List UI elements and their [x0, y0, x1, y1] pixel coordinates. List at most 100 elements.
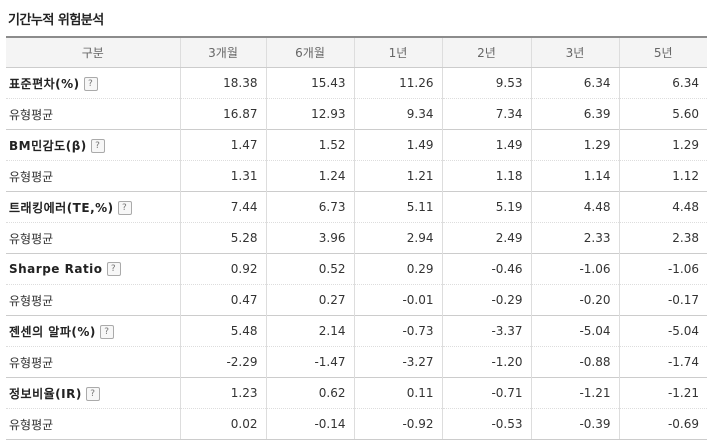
average-cell-1y: 2.94	[353, 222, 442, 254]
average-cell-1y: 9.34	[353, 98, 442, 130]
table-row-tracking-error: 트래킹에러(TE,%)? 7.44 6.73 5.11 5.19 4.48 4.48	[6, 191, 707, 223]
value-cell-5y: -5.04	[618, 315, 707, 347]
average-cell-3m: 16.87	[179, 98, 266, 130]
help-icon[interactable]: ?	[85, 387, 100, 401]
help-icon[interactable]: ?	[117, 201, 132, 215]
header-6m: 6개월	[265, 36, 354, 68]
average-cell-3y: -0.88	[530, 346, 619, 378]
table-row-info-ratio: 정보비율(IR)? 1.23 0.62 0.11 -0.71 -1.21 -1.21	[6, 377, 707, 409]
value-cell-3y: 1.29	[530, 129, 619, 161]
average-cell-6m: 3.96	[265, 222, 354, 254]
value-cell-6m: 1.52	[265, 129, 354, 161]
table-body: 표준편차(%)? 18.38 15.43 11.26 9.53 6.34 6.34 유형평균 1…	[6, 67, 707, 440]
average-cell-6m: 0.27	[265, 284, 354, 316]
header-category: 구분	[6, 36, 180, 68]
value-cell-5y: -1.06	[618, 253, 707, 285]
row-label: 젠센의 알파(%)	[9, 324, 96, 339]
value-cell-6m: 15.43	[265, 67, 354, 99]
table-row-category-average: 유형평균 5.28 3.96 2.94 2.49 2.33 2.38	[6, 222, 707, 254]
value-cell-3m: 1.23	[179, 377, 266, 409]
table-row-category-average: 유형평균 1.31 1.24 1.21 1.18 1.14 1.12	[6, 160, 707, 192]
table-row-category-average: 유형평균 16.87 12.93 9.34 7.34 6.39 5.60	[6, 98, 707, 130]
value-cell-2y: 5.19	[441, 191, 531, 223]
category-average-label: 유형평균	[6, 222, 180, 254]
header-3y: 3년	[530, 36, 619, 68]
table-row-bm-beta: BM민감도(β)? 1.47 1.52 1.49 1.49 1.29 1.29	[6, 129, 707, 161]
average-cell-1y: -3.27	[353, 346, 442, 378]
average-cell-3m: -2.29	[179, 346, 266, 378]
category-average-label: 유형평균	[6, 98, 180, 130]
risk-analysis-table: 구분 3개월 6개월 1년 2년 3년 5년 표준편차(%)? 18.38 15.4…	[6, 36, 707, 440]
category-average-label: 유형평균	[6, 284, 180, 316]
average-cell-3m: 0.47	[179, 284, 266, 316]
value-cell-2y: 9.53	[441, 67, 531, 99]
value-cell-5y: 1.29	[618, 129, 707, 161]
table-row-std-dev: 표준편차(%)? 18.38 15.43 11.26 9.53 6.34 6.34	[6, 67, 707, 99]
value-cell-1y: 11.26	[353, 67, 442, 99]
category-average-label: 유형평균	[6, 160, 180, 192]
average-cell-3y: 1.14	[530, 160, 619, 192]
average-cell-6m: -0.14	[265, 408, 354, 440]
average-cell-2y: 2.49	[441, 222, 531, 254]
average-cell-6m: 12.93	[265, 98, 354, 130]
help-icon[interactable]: ?	[83, 77, 98, 91]
average-cell-3m: 5.28	[179, 222, 266, 254]
average-cell-3y: -0.20	[530, 284, 619, 316]
row-label: BM민감도(β)	[9, 138, 87, 153]
value-cell-1y: 5.11	[353, 191, 442, 223]
help-icon[interactable]: ?	[106, 262, 121, 277]
help-icon[interactable]: ?	[99, 325, 114, 339]
table-row-jensen-alpha: 젠센의 알파(%)? 5.48 2.14 -0.73 -3.37 -5.04 -5.04	[6, 315, 707, 347]
value-cell-2y: -0.46	[441, 253, 531, 285]
row-label: Sharpe Ratio	[9, 261, 103, 276]
average-cell-1y: -0.01	[353, 284, 442, 316]
row-label-cell: 트래킹에러(TE,%)?	[6, 191, 180, 223]
average-cell-5y: -0.69	[618, 408, 707, 440]
category-average-label: 유형평균	[6, 408, 180, 440]
average-cell-5y: -1.74	[618, 346, 707, 378]
value-cell-5y: -1.21	[618, 377, 707, 409]
value-cell-1y: 1.49	[353, 129, 442, 161]
value-cell-6m: 2.14	[265, 315, 354, 347]
value-cell-5y: 6.34	[618, 67, 707, 99]
value-cell-3m: 7.44	[179, 191, 266, 223]
header-2y: 2년	[441, 36, 531, 68]
header-1y: 1년	[353, 36, 442, 68]
row-label-cell: 표준편차(%)?	[6, 67, 180, 99]
average-cell-5y: 2.38	[618, 222, 707, 254]
row-label-cell: 젠센의 알파(%)?	[6, 315, 180, 347]
average-cell-5y: 1.12	[618, 160, 707, 192]
value-cell-5y: 4.48	[618, 191, 707, 223]
value-cell-6m: 6.73	[265, 191, 354, 223]
average-cell-3m: 0.02	[179, 408, 266, 440]
help-icon[interactable]: ?	[90, 139, 105, 153]
value-cell-3m: 18.38	[179, 67, 266, 99]
value-cell-3y: -5.04	[530, 315, 619, 347]
value-cell-3m: 0.92	[179, 253, 266, 285]
value-cell-6m: 0.52	[265, 253, 354, 285]
average-cell-2y: -0.29	[441, 284, 531, 316]
header-3m: 3개월	[179, 36, 266, 68]
value-cell-2y: 1.49	[441, 129, 531, 161]
average-cell-1y: -0.92	[353, 408, 442, 440]
average-cell-5y: 5.60	[618, 98, 707, 130]
average-cell-6m: -1.47	[265, 346, 354, 378]
value-cell-2y: -0.71	[441, 377, 531, 409]
row-label-cell: 정보비율(IR)?	[6, 377, 180, 409]
average-cell-6m: 1.24	[265, 160, 354, 192]
table-header-row: 구분 3개월 6개월 1년 2년 3년 5년	[6, 36, 707, 68]
average-cell-2y: 7.34	[441, 98, 531, 130]
average-cell-3y: -0.39	[530, 408, 619, 440]
row-label: 트래킹에러(TE,%)	[9, 200, 114, 215]
average-cell-2y: -0.53	[441, 408, 531, 440]
average-cell-3y: 6.39	[530, 98, 619, 130]
table-row-sharpe-ratio: Sharpe Ratio? 0.92 0.52 0.29 -0.46 -1.06 -1.06	[6, 253, 707, 285]
value-cell-3y: -1.21	[530, 377, 619, 409]
average-cell-3m: 1.31	[179, 160, 266, 192]
average-cell-2y: -1.20	[441, 346, 531, 378]
average-cell-5y: -0.17	[618, 284, 707, 316]
value-cell-3y: -1.06	[530, 253, 619, 285]
value-cell-1y: 0.29	[353, 253, 442, 285]
table-row-category-average: 유형평균 0.02 -0.14 -0.92 -0.53 -0.39 -0.69	[6, 408, 707, 440]
value-cell-3m: 1.47	[179, 129, 266, 161]
